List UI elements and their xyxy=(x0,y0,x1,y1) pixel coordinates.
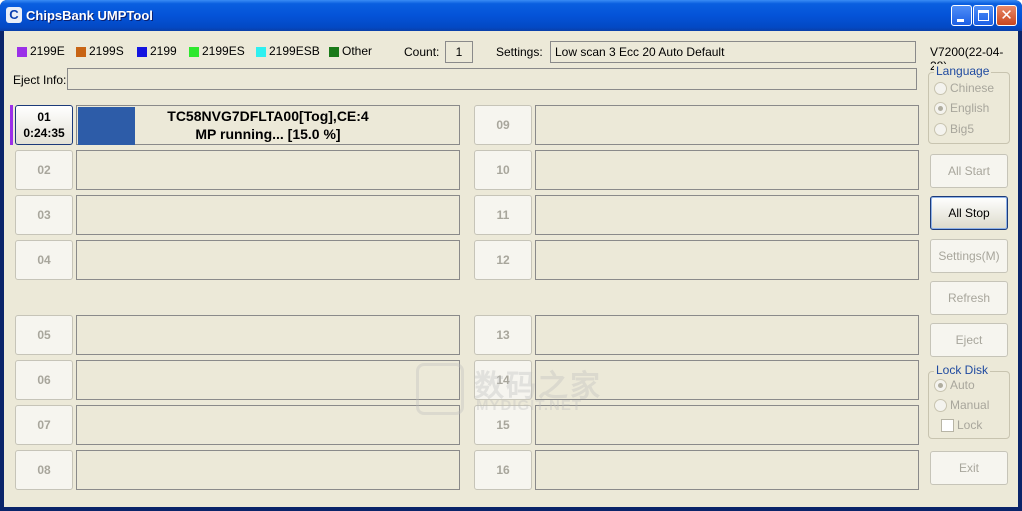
settings-button[interactable]: Settings(M) xyxy=(930,239,1008,273)
lock-manual-label: Manual xyxy=(950,398,990,412)
port-09-status xyxy=(535,105,919,145)
port-06-status xyxy=(76,360,460,400)
lock-auto-radio[interactable] xyxy=(934,379,947,392)
app-window: C ChipsBank UMPTool ✕ 2199E 2199S 2199 2… xyxy=(0,0,1022,511)
port-10-button[interactable]: 10 xyxy=(474,150,532,190)
legend-label-2199e: 2199E xyxy=(30,44,65,58)
language-group-title: Language xyxy=(934,64,992,78)
port-13-status xyxy=(535,315,919,355)
port-01-button[interactable]: 01 0:24:35 xyxy=(15,105,73,145)
all-start-button[interactable]: All Start xyxy=(930,154,1008,188)
chipsbank-app-icon: C xyxy=(6,7,22,23)
legend-label-2199esb: 2199ESB xyxy=(269,44,320,58)
port-13-button[interactable]: 13 xyxy=(474,315,532,355)
port-03-status xyxy=(76,195,460,235)
maximize-button[interactable] xyxy=(973,5,994,26)
minimize-button[interactable] xyxy=(951,5,972,26)
minimize-icon xyxy=(957,19,964,22)
legend-swatch-2199e xyxy=(17,47,27,57)
port-08-status xyxy=(76,450,460,490)
language-chinese-radio[interactable] xyxy=(934,82,947,95)
window-title: ChipsBank UMPTool xyxy=(26,8,153,23)
settings-value: Low scan 3 Ecc 20 Auto Default xyxy=(550,41,916,63)
lock-disk-group-title: Lock Disk xyxy=(934,363,991,377)
legend-label-2199s: 2199S xyxy=(89,44,124,58)
port-elapsed-time: 0:24:35 xyxy=(23,126,65,140)
port-01-flash-id: TC58NVG7DFLTA00[Tog],CE:4 xyxy=(167,108,369,124)
legend-swatch-2199esb xyxy=(256,47,266,57)
count-label: Count: xyxy=(404,45,440,59)
eject-info-field xyxy=(67,68,917,90)
language-big5-radio[interactable] xyxy=(934,123,947,136)
language-big5-label: Big5 xyxy=(950,122,975,136)
port-05-status xyxy=(76,315,460,355)
port-number: 01 xyxy=(37,110,51,124)
legend-swatch-2199 xyxy=(137,47,147,57)
port-16-button[interactable]: 16 xyxy=(474,450,532,490)
port-05-button[interactable]: 05 xyxy=(15,315,73,355)
language-english-label: English xyxy=(950,101,990,115)
legend-swatch-2199es xyxy=(189,47,199,57)
watermark-logo-icon xyxy=(416,363,464,415)
lock-auto-label: Auto xyxy=(950,378,975,392)
language-english-radio[interactable] xyxy=(934,102,947,115)
refresh-button[interactable]: Refresh xyxy=(930,281,1008,315)
watermark-en-text: MYDIGIT.NET xyxy=(476,397,583,414)
client-area: 2199E 2199S 2199 2199ES 2199ESB Other Co… xyxy=(4,31,1018,507)
close-button[interactable]: ✕ xyxy=(996,5,1017,26)
legend-swatch-other xyxy=(329,47,339,57)
port-16-status xyxy=(535,450,919,490)
all-stop-button[interactable]: All Stop xyxy=(930,196,1008,230)
port-11-status xyxy=(535,195,919,235)
port-04-status xyxy=(76,240,460,280)
port-09-button[interactable]: 09 xyxy=(474,105,532,145)
port-11-button[interactable]: 11 xyxy=(474,195,532,235)
legend-label-other: Other xyxy=(342,44,373,58)
port-06-button[interactable]: 06 xyxy=(15,360,73,400)
port-04-button[interactable]: 04 xyxy=(15,240,73,280)
legend-label-2199es: 2199ES xyxy=(202,44,245,58)
count-value: 1 xyxy=(445,41,473,63)
exit-button[interactable]: Exit xyxy=(930,451,1008,485)
port-01-progress-text: MP running... [15.0 %] xyxy=(195,126,341,142)
port-08-button[interactable]: 08 xyxy=(15,450,73,490)
legend-swatch-2199s xyxy=(76,47,86,57)
title-bar[interactable]: C ChipsBank UMPTool ✕ xyxy=(0,0,1022,31)
port-12-status xyxy=(535,240,919,280)
port-10-status xyxy=(535,150,919,190)
port-03-button[interactable]: 03 xyxy=(15,195,73,235)
lock-checkbox-label: Lock xyxy=(957,418,983,432)
eject-button[interactable]: Eject xyxy=(930,323,1008,357)
port-12-button[interactable]: 12 xyxy=(474,240,532,280)
settings-label: Settings: xyxy=(496,45,543,59)
port-07-status xyxy=(76,405,460,445)
port-02-button[interactable]: 02 xyxy=(15,150,73,190)
legend-label-2199: 2199 xyxy=(150,44,177,58)
lock-manual-radio[interactable] xyxy=(934,399,947,412)
eject-info-label: Eject Info: xyxy=(13,73,67,87)
language-chinese-label: Chinese xyxy=(950,81,995,95)
port-02-status xyxy=(76,150,460,190)
lock-checkbox[interactable] xyxy=(941,419,954,432)
port-07-button[interactable]: 07 xyxy=(15,405,73,445)
active-port-marker xyxy=(10,105,13,145)
port-01-status: TC58NVG7DFLTA00[Tog],CE:4 MP running... … xyxy=(76,105,460,145)
maximize-icon xyxy=(978,10,989,21)
close-icon: ✕ xyxy=(1000,7,1013,24)
mydigit-watermark: 数码之家 MYDIGIT.NET xyxy=(414,359,614,419)
